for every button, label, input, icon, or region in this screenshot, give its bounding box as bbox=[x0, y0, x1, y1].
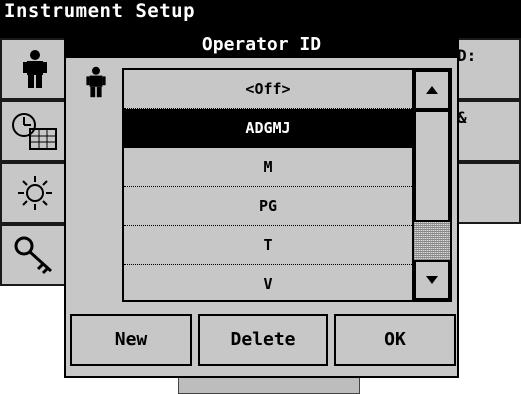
date-time-side-button[interactable] bbox=[0, 100, 70, 162]
right-side-button-3[interactable] bbox=[451, 162, 521, 224]
new-button[interactable]: New bbox=[70, 314, 192, 366]
operator-list: <Off> ADGMJ M PG T V bbox=[122, 68, 452, 302]
clock-calendar-icon bbox=[12, 113, 57, 150]
list-item-t[interactable]: T bbox=[124, 226, 412, 265]
key-icon bbox=[14, 236, 53, 275]
operator-id-dialog: Operator ID <Off> ADGMJ M PG T V New Del… bbox=[64, 30, 459, 378]
scroll-thumb[interactable] bbox=[414, 110, 450, 222]
list-item-pg[interactable]: PG bbox=[124, 187, 412, 226]
scroll-track[interactable] bbox=[414, 222, 450, 260]
delete-button[interactable]: Delete bbox=[198, 314, 328, 366]
right-side-button-2[interactable]: & bbox=[451, 100, 521, 162]
dialog-title: Operator ID bbox=[66, 32, 457, 58]
list-item-off[interactable]: <Off> bbox=[124, 70, 412, 109]
lamp-side-button[interactable] bbox=[0, 162, 70, 224]
operator-id-side-button[interactable] bbox=[0, 38, 70, 100]
arrow-down-icon bbox=[426, 276, 438, 284]
scroll-up-button[interactable] bbox=[414, 70, 450, 110]
right-side-button-1-label: D: bbox=[457, 46, 477, 65]
list-item-v[interactable]: V bbox=[124, 265, 412, 304]
window-title: Instrument Setup bbox=[4, 0, 196, 22]
list-item-adgmj[interactable]: ADGMJ bbox=[124, 109, 412, 148]
right-side-button-1[interactable]: D: bbox=[451, 38, 521, 100]
list-item-m[interactable]: M bbox=[124, 148, 412, 187]
scroll-down-button[interactable] bbox=[414, 260, 450, 300]
ok-button[interactable]: OK bbox=[334, 314, 456, 366]
lamp-icon bbox=[18, 176, 52, 210]
arrow-up-icon bbox=[426, 86, 438, 94]
security-side-button[interactable] bbox=[0, 224, 70, 286]
scrollbar[interactable] bbox=[412, 70, 450, 300]
person-icon bbox=[86, 66, 106, 98]
person-icon bbox=[23, 50, 47, 88]
